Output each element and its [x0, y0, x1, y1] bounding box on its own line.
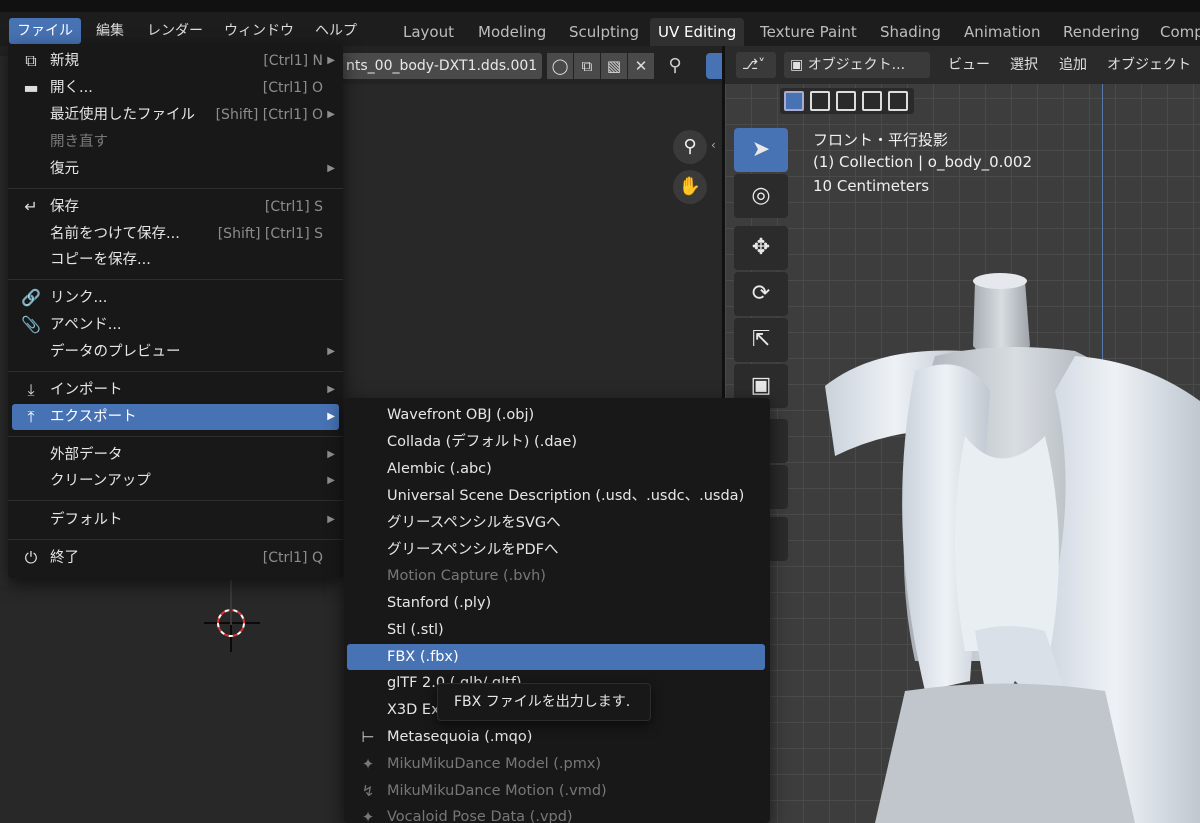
- menu-item-save-copy[interactable]: コピーを保存...: [12, 247, 339, 273]
- power-icon: ⏻: [24, 548, 38, 567]
- tab-layout[interactable]: Layout: [395, 18, 462, 46]
- menu-render[interactable]: レンダー: [139, 18, 211, 44]
- tab-animation[interactable]: Animation: [956, 18, 1048, 46]
- move-tool-icon[interactable]: ✥: [734, 226, 788, 270]
- export-alembic[interactable]: Alembic (.abc): [347, 456, 765, 482]
- duplicate-image-icon[interactable]: ⧉: [574, 53, 600, 79]
- 2d-cursor-icon: [204, 596, 260, 652]
- menu-file[interactable]: ファイル: [9, 18, 81, 44]
- character-model: [825, 273, 1200, 823]
- menu-item-new[interactable]: ⧉ 新規 [Ctrl1] N ▶: [12, 48, 339, 74]
- fbx-tooltip: FBX ファイルを出力します.: [437, 683, 651, 721]
- menu-item-export[interactable]: ⤒ エクスポート ▶: [12, 404, 339, 430]
- select-intersect-icon[interactable]: [888, 91, 908, 111]
- file-menu: ⧉ 新規 [Ctrl1] N ▶ ▬ 開く... [Ctrl1] O 最近使用したファイル…: [8, 44, 343, 578]
- menu-item-link[interactable]: 🔗 リンク...: [12, 285, 339, 311]
- image-name-field[interactable]: nts_00_body-DXT1.dds.001: [342, 53, 542, 79]
- select-subtract-icon[interactable]: [836, 91, 856, 111]
- pan-hand-icon[interactable]: ✋: [673, 170, 707, 204]
- unlink-close-icon[interactable]: ✕: [628, 53, 654, 79]
- export-bvh[interactable]: Motion Capture (.bvh): [347, 563, 765, 589]
- tab-modeling[interactable]: Modeling: [470, 18, 554, 46]
- menu-item-data-previews[interactable]: データのプレビュー ▶: [12, 339, 339, 365]
- menu-item-quit[interactable]: ⏻ 終了 [Ctrl1] Q: [12, 545, 339, 571]
- export-stl[interactable]: Stl (.stl): [347, 617, 765, 643]
- tab-shading[interactable]: Shading: [872, 18, 949, 46]
- pose-icon: ✦: [361, 808, 375, 823]
- add-menu[interactable]: 追加: [1053, 52, 1093, 78]
- menu-item-open[interactable]: ▬ 開く... [Ctrl1] O: [12, 75, 339, 101]
- menu-item-save-as[interactable]: 名前をつけて保存... [Shift] [Ctrl1] S: [12, 221, 339, 247]
- select-new-icon[interactable]: [784, 91, 804, 111]
- new-file-icon: ⧉: [25, 51, 37, 70]
- menu-edit[interactable]: 編集: [88, 18, 132, 44]
- export-icon: ⤒: [27, 407, 35, 426]
- menu-item-import[interactable]: ⤓ インポート ▶: [12, 377, 339, 403]
- menu-item-clean-up[interactable]: クリーンアップ ▶: [12, 468, 339, 494]
- select-box-tool-icon[interactable]: ➤: [734, 128, 788, 172]
- menu-item-revert[interactable]: 開き直す: [12, 129, 339, 155]
- tab-sculpting[interactable]: Sculpting: [561, 18, 647, 46]
- collection-label: (1) Collection | o_body_0.002: [813, 153, 1033, 171]
- selection-mode-bar: [780, 88, 914, 114]
- scale-tool-icon[interactable]: ⇱: [734, 318, 788, 362]
- pin-icon[interactable]: ⚲: [663, 55, 687, 79]
- object-mode-icon: ▣: [790, 57, 804, 73]
- tab-texture-paint[interactable]: Texture Paint: [752, 18, 865, 46]
- zoom-icon[interactable]: ⚲: [673, 130, 707, 164]
- menu-window[interactable]: ウィンドウ: [216, 18, 302, 44]
- tab-compositing[interactable]: Comp: [1152, 18, 1200, 46]
- mode-selector[interactable]: ▣ オブジェクト...: [784, 52, 930, 78]
- view-name-label: フロント・平行投影: [813, 131, 949, 149]
- export-collada[interactable]: Collada (デフォルト) (.dae): [347, 429, 765, 455]
- export-vmd[interactable]: ↯ MikuMikuDance Motion (.vmd): [347, 778, 765, 804]
- export-vpd[interactable]: ✦ Vocaloid Pose Data (.vpd): [347, 804, 765, 823]
- save-icon: ↵: [24, 197, 38, 216]
- export-ply[interactable]: Stanford (.ply): [347, 590, 765, 616]
- menu-item-external-data[interactable]: 外部データ ▶: [12, 442, 339, 468]
- export-gpencil-pdf[interactable]: グリースペンシルをPDFへ: [347, 537, 765, 563]
- view-menu[interactable]: ビュー: [942, 52, 996, 78]
- folder-icon: ▬: [23, 78, 39, 97]
- collapse-chevron-icon[interactable]: ‹: [711, 138, 716, 152]
- menu-item-open-recent[interactable]: 最近使用したファイル [Shift] [Ctrl1] O ▶: [12, 102, 339, 128]
- select-invert-icon[interactable]: [862, 91, 882, 111]
- export-gpencil-svg[interactable]: グリースペンシルをSVGへ: [347, 510, 765, 536]
- tab-rendering[interactable]: Rendering: [1055, 18, 1148, 46]
- paperclip-icon: 📎: [21, 315, 41, 334]
- export-obj[interactable]: Wavefront OBJ (.obj): [347, 402, 765, 428]
- armature-icon: ✦: [361, 755, 375, 773]
- export-mqo[interactable]: ⊢ Metasequoia (.mqo): [347, 724, 765, 750]
- top-bar: ファイル 編集 レンダー ウィンドウ ヘルプ Layout Modeling S…: [0, 0, 1200, 46]
- export-usd[interactable]: Universal Scene Description (.usd、.usdc、…: [347, 483, 765, 509]
- motion-curve-icon: ↯: [361, 782, 375, 800]
- link-icon: 🔗: [21, 288, 41, 307]
- menu-item-recover[interactable]: 復元 ▶: [12, 156, 339, 182]
- export-fbx[interactable]: FBX (.fbx): [347, 644, 765, 670]
- menu-item-defaults[interactable]: デフォルト ▶: [12, 507, 339, 533]
- menu-item-save[interactable]: ↵ 保存 [Ctrl1] S: [12, 194, 339, 220]
- export-submenu: Wavefront OBJ (.obj) Collada (デフォルト) (.d…: [344, 398, 770, 823]
- transform-pivot-icon[interactable]: ⎇˅: [736, 52, 776, 78]
- rotate-tool-icon[interactable]: ⟳: [734, 272, 788, 316]
- menu-item-append[interactable]: 📎 アペンド...: [12, 312, 339, 338]
- mode-label: オブジェクト...: [807, 57, 906, 73]
- tab-uv-editing[interactable]: UV Editing: [650, 18, 745, 46]
- left-edge-toolbar: [0, 56, 8, 586]
- fake-user-shield-icon[interactable]: ◯: [547, 53, 573, 79]
- select-menu[interactable]: 選択: [1004, 52, 1044, 78]
- menu-help[interactable]: ヘルプ: [307, 18, 365, 44]
- select-extend-icon[interactable]: [810, 91, 830, 111]
- open-image-folder-icon[interactable]: ▧: [601, 53, 627, 79]
- metasequoia-icon: ⊢: [361, 728, 375, 746]
- export-pmx[interactable]: ✦ MikuMikuDance Model (.pmx): [347, 751, 765, 777]
- grid-scale-label: 10 Centimeters: [813, 177, 930, 195]
- import-icon: ⤓: [27, 380, 35, 399]
- cursor-tool-icon[interactable]: ◎: [734, 174, 788, 218]
- object-menu[interactable]: オブジェクト: [1101, 52, 1197, 78]
